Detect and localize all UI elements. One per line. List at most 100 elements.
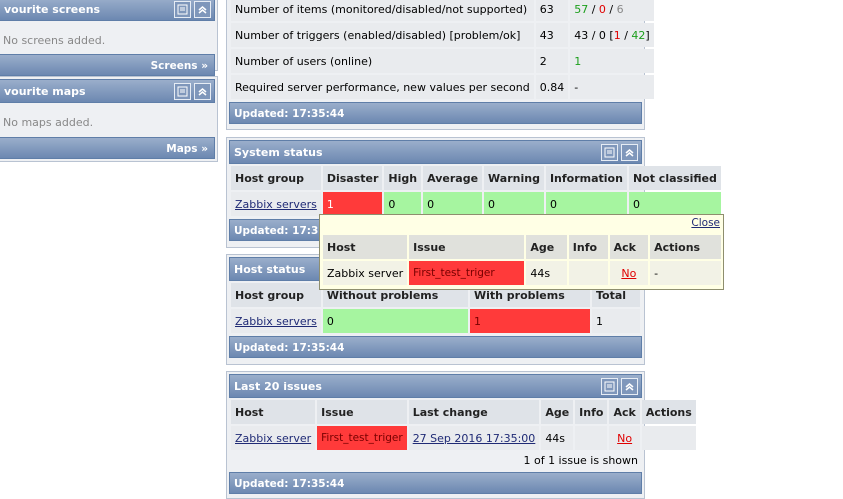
col-actions: Actions — [650, 235, 721, 259]
with-problems-count[interactable]: 1 — [469, 309, 590, 333]
system-status-title: System status — [234, 146, 323, 159]
host-group-cell: Zabbix servers — [231, 309, 321, 333]
host-group-link[interactable]: Zabbix servers — [235, 198, 317, 211]
table-header-row: Host Issue Age Info Ack Actions — [323, 235, 721, 259]
average-count: 0 — [423, 192, 483, 216]
info-value: 63 — [535, 0, 569, 21]
col-age: Age — [526, 235, 567, 259]
table-row: Zabbix servers 1 0 0 0 0 0 — [231, 192, 721, 216]
screens-link[interactable]: Screens » — [151, 60, 208, 72]
favourite-screens-panel: vourite screens No screens added. Screen… — [0, 0, 218, 76]
table-row: Number of users (online) 2 1 — [231, 49, 654, 73]
issue-name: First_test_triger — [409, 261, 525, 285]
triggers-bracket: ] — [645, 28, 650, 42]
col-info: Info — [575, 400, 608, 424]
table-row: Number of items (monitored/disabled/not … — [231, 0, 654, 21]
host-link[interactable]: Zabbix server — [235, 432, 311, 445]
info-detail: 1 — [570, 49, 654, 73]
age-cell: 44s — [526, 261, 567, 285]
system-status-header: System status — [229, 140, 642, 164]
col-average: Average — [423, 166, 483, 190]
col-actions: Actions — [641, 400, 696, 424]
maps-footer: Maps » — [0, 137, 215, 159]
last-change-cell: 27 Sep 2016 17:35:00 — [408, 426, 540, 450]
total-count: 1 — [592, 309, 640, 333]
items-monitored: 57 — [574, 2, 589, 16]
age-cell: 44s — [541, 426, 574, 450]
favourite-maps-header: vourite maps — [0, 79, 215, 103]
info-value: 2 — [535, 49, 569, 73]
col-ack: Ack — [609, 400, 640, 424]
col-host-group: Host group — [231, 283, 321, 307]
actions-cell — [641, 426, 696, 450]
col-not-classified: Not classified — [628, 166, 721, 190]
issues-summary: 1 of 1 issue is shown — [523, 454, 638, 467]
no-maps-text: No maps added. — [0, 112, 215, 134]
host-group-cell: Zabbix servers — [231, 192, 321, 216]
collapse-icon[interactable] — [194, 83, 211, 100]
issue-name[interactable]: First_test_triger — [317, 426, 407, 450]
info-label: Required server performance, new values … — [231, 75, 534, 99]
ack-link[interactable]: No — [617, 432, 632, 445]
table-row: Zabbix server First_test_triger 27 Sep 2… — [231, 426, 696, 450]
table-row: Zabbix servers 0 1 1 — [231, 309, 640, 333]
table-row: Zabbix server First_test_triger 44s No - — [323, 261, 721, 285]
ack-cell: No — [609, 426, 640, 450]
maps-link[interactable]: Maps » — [166, 143, 208, 155]
last-issues-header: Last 20 issues — [229, 374, 642, 398]
host-cell: Zabbix server — [231, 426, 316, 450]
host-group-link[interactable]: Zabbix servers — [235, 315, 317, 328]
triggers-ok: 42 — [631, 28, 646, 42]
table-header-row: Host group Disaster High Average Warning… — [231, 166, 721, 190]
users-online: 1 — [574, 54, 582, 68]
server-info-updated: Updated: 17:35:44 — [229, 102, 642, 124]
col-disaster: Disaster — [322, 166, 383, 190]
last-issues-table: Host Issue Last change Age Info Ack Acti… — [229, 398, 698, 452]
host-status-updated: Updated: 17:35:44 — [229, 336, 642, 358]
col-info: Info — [568, 235, 608, 259]
table-header-row: Host Issue Last change Age Info Ack Acti… — [231, 400, 696, 424]
collapse-icon[interactable] — [621, 378, 638, 395]
host-status-title: Host status — [234, 263, 306, 276]
col-host: Host — [323, 235, 408, 259]
info-value: 0.84 — [535, 75, 569, 99]
system-status-table: Host group Disaster High Average Warning… — [229, 164, 723, 218]
info-value: 43 — [535, 23, 569, 47]
favourite-maps-panel: vourite maps No maps added. Maps » — [0, 76, 218, 162]
menu-icon[interactable] — [601, 144, 618, 161]
popup-table: Host Issue Age Info Ack Actions Zabbix s… — [321, 233, 723, 287]
menu-icon[interactable] — [601, 378, 618, 395]
popup-close-link[interactable]: Close — [691, 217, 720, 229]
information-count: 0 — [545, 192, 627, 216]
info-cell — [568, 261, 608, 285]
col-age: Age — [541, 400, 574, 424]
collapse-icon[interactable] — [194, 1, 211, 18]
actions-cell: - — [650, 261, 721, 285]
col-information: Information — [545, 166, 627, 190]
items-disabled: 0 — [598, 2, 606, 16]
server-info-table: Number of items (monitored/disabled/not … — [229, 0, 656, 101]
without-problems-count: 0 — [322, 309, 468, 333]
col-issue: Issue — [409, 235, 525, 259]
collapse-icon[interactable] — [621, 144, 638, 161]
host-cell: Zabbix server — [323, 261, 408, 285]
favourite-screens-title: vourite screens — [4, 3, 101, 16]
last-issues-panel: Last 20 issues Host Issue Last change Ag… — [226, 371, 696, 499]
no-screens-text: No screens added. — [0, 30, 215, 52]
status-of-zabbix-panel: Number of items (monitored/disabled/not … — [226, 0, 654, 130]
col-last-change: Last change — [408, 400, 540, 424]
favourite-screens-header: vourite screens — [0, 0, 215, 21]
info-detail: 57 / 0 / 6 — [570, 0, 654, 21]
disaster-count[interactable]: 1 — [322, 192, 383, 216]
menu-icon[interactable] — [174, 83, 191, 100]
col-ack: Ack — [609, 235, 649, 259]
favourite-maps-title: vourite maps — [4, 85, 86, 98]
triggers-enabled-disabled: 43 / 0 [ — [574, 28, 614, 42]
last-change-link[interactable]: 27 Sep 2016 17:35:00 — [413, 432, 536, 445]
last-issues-updated: Updated: 17:35:44 — [229, 472, 642, 494]
ack-link[interactable]: No — [621, 267, 636, 280]
menu-icon[interactable] — [174, 1, 191, 18]
issue-popup: Close Host Issue Age Info Ack Actions Za… — [319, 214, 724, 290]
info-detail: - — [570, 75, 654, 99]
triggers-problem: 1 — [613, 28, 621, 42]
